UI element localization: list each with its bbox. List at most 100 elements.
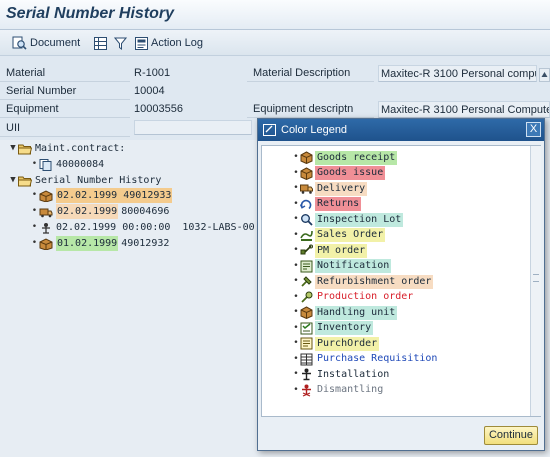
tree-bullet: • <box>31 222 38 232</box>
uii-label: UII <box>0 120 130 137</box>
legend-hscrollbar[interactable] <box>261 417 541 420</box>
installation-icon <box>300 368 313 381</box>
history-entry[interactable]: • 02.02.1999 49012933 <box>30 188 173 203</box>
tree-node-serial-history[interactable]: ▼ Serial Number History <box>8 173 161 188</box>
maint-contract-label: Maint.contract: <box>35 143 126 154</box>
tree-bullet: • <box>293 245 299 255</box>
uii-field[interactable] <box>134 120 252 135</box>
tree-bullet: • <box>293 183 299 193</box>
tree-bullet: • <box>293 276 299 286</box>
action-log-button-label: Action Log <box>151 37 203 49</box>
continue-button[interactable]: Continue <box>484 426 538 445</box>
action-log-icon <box>135 36 148 50</box>
legend-item: • Notification <box>292 259 392 274</box>
expand-caret-icon[interactable]: ▼ <box>8 141 18 156</box>
legend-item-label: Sales Order <box>315 228 386 242</box>
serial-number-label: Serial Number <box>0 83 130 100</box>
tree-bullet: • <box>293 167 299 178</box>
title-bar: Serial Number History <box>0 0 550 30</box>
dialog-window-icon <box>263 124 276 136</box>
tree-node-maint-contract[interactable]: ▼ Maint.contract: <box>8 141 125 156</box>
serial-number-value: 10004 <box>134 85 165 97</box>
goods-movement-icon <box>39 189 53 203</box>
goods-movement-icon <box>39 237 53 251</box>
history-entry[interactable]: • 01.02.1999 49012932 <box>30 236 169 251</box>
close-button[interactable]: X <box>526 122 541 137</box>
toolbar: Document Action Log <box>0 30 550 56</box>
folder-open-icon <box>18 143 33 155</box>
legend-item: • Inspection Lot <box>292 212 404 227</box>
production-order-icon <box>300 291 313 304</box>
action-log-button[interactable]: Action Log <box>135 34 203 52</box>
history-entry[interactable]: • 02.02.1999 00:00:00 1032-LABS-00 <box>30 220 255 235</box>
requisition-icon <box>300 353 313 366</box>
legend-scrollbar[interactable] <box>530 146 541 416</box>
legend-item: • Production order <box>292 290 415 305</box>
package-icon <box>300 166 313 180</box>
layout-button[interactable] <box>94 34 107 52</box>
legend-item: • Dismantling <box>292 383 385 398</box>
legend-item-label: Inventory <box>315 321 374 335</box>
tree-bullet: • <box>31 190 38 200</box>
package-icon <box>300 151 313 165</box>
tree-bullet: • <box>293 214 299 224</box>
folder-open-icon <box>18 175 33 187</box>
legend-item-label: Goods receipt <box>315 150 398 165</box>
legend-item: • Returns <box>292 197 362 212</box>
history-entry-date: 02.02.1999 <box>56 222 117 233</box>
history-entry-date: 01.02.1999 <box>56 236 119 251</box>
equipment-value: 10003556 <box>134 103 183 115</box>
history-entry-date-doc: 02.02.1999 49012933 <box>56 188 173 203</box>
tree-bullet: • <box>293 307 299 317</box>
legend-item-label: PM order <box>315 243 368 258</box>
expand-caret-icon[interactable]: ▼ <box>8 173 18 188</box>
material-description-value: Maxitec-R 3100 Personal compute <box>378 65 537 82</box>
tree-bullet: • <box>293 229 299 240</box>
legend-item: • Installation <box>292 367 391 382</box>
table-layout-icon <box>94 36 107 50</box>
document-search-icon <box>12 36 27 50</box>
header-scroll-button[interactable] <box>539 68 550 82</box>
history-entry-doc: 80004696 <box>121 206 170 217</box>
equipment-description-value: Maxitec-R 3100 Personal Compute <box>378 101 550 118</box>
material-description-label: Material Description <box>247 65 374 82</box>
dialog-footer: Continue <box>258 422 544 450</box>
tree-bullet: • <box>293 384 299 395</box>
legend-item-label: Goods issue <box>315 166 386 180</box>
legend-item-label: Inspection Lot <box>315 212 404 227</box>
legend-item: • Delivery <box>292 181 368 196</box>
document-button[interactable]: Document <box>12 34 80 52</box>
legend-item: • Refurbishment order <box>292 274 434 289</box>
triangle-up-icon <box>541 72 548 77</box>
contract-document-icon <box>39 158 53 171</box>
tree-bullet: • <box>293 338 299 348</box>
tree-bullet: • <box>293 198 299 209</box>
legend-item: • Goods issue <box>292 166 386 181</box>
legend-item: • Handling unit <box>292 305 398 320</box>
legend-item: • Purchase Requisition <box>292 352 439 367</box>
legend-item: • PurchOrder <box>292 336 380 351</box>
legend-item: • Sales Order <box>292 228 386 243</box>
notification-icon <box>300 260 313 273</box>
document-button-label: Document <box>30 37 81 49</box>
legend-item: • PM order <box>292 243 368 258</box>
legend-item: • Inventory <box>292 321 374 336</box>
dialog-title-bar[interactable]: Color Legend X <box>258 119 544 141</box>
sales-order-icon <box>300 229 313 242</box>
scrollbar-grip[interactable] <box>533 274 539 282</box>
tree-bullet: • <box>31 238 38 248</box>
tree-bullet: • <box>293 291 299 302</box>
history-entry[interactable]: • 02.02.1999 80004696 <box>30 204 169 219</box>
contract-number: 40000084 <box>56 159 105 170</box>
filter-button[interactable] <box>114 34 127 52</box>
history-entry-date: 02.02.1999 <box>56 204 119 219</box>
inventory-icon <box>300 322 313 335</box>
returns-icon <box>299 198 313 211</box>
color-legend-dialog: Color Legend X • Goods receipt • Goods issu… <box>257 118 545 451</box>
legend-item-label: Handling unit <box>315 305 398 320</box>
equipment-description-label: Equipment descriptn <box>247 101 374 118</box>
tree-node-contract[interactable]: • 40000084 <box>30 157 104 172</box>
installation-icon <box>39 222 53 234</box>
legend-item-label: Production order <box>317 291 414 302</box>
history-entry-doc: 49012932 <box>121 238 170 249</box>
